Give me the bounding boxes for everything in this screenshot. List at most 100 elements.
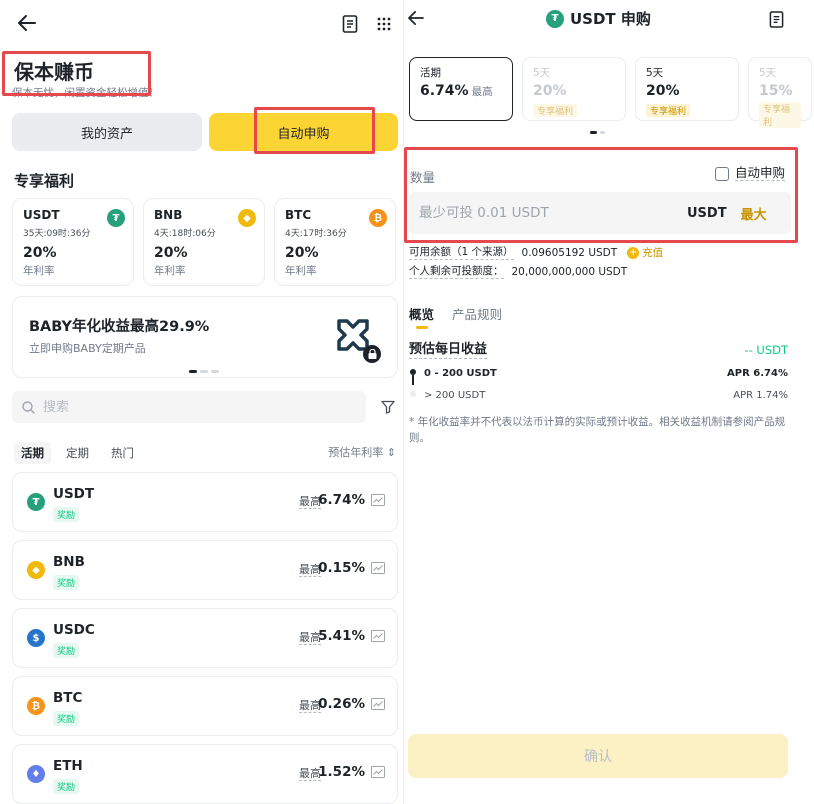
detail-tabs: 概览 产品规则 — [409, 304, 502, 323]
term-apr: 15% — [759, 83, 793, 99]
product-apr: 0.26% — [318, 696, 365, 712]
promo-rate-label: 年利率 — [23, 265, 55, 277]
available-balance: 可用余额（1 个来源） 0.09605192 USDT + 充值 — [409, 245, 663, 260]
search-icon — [22, 400, 35, 414]
earn-home-panel: 保本赚币 保本无忧，闲置资金轻松增值！ 我的资产 自动申购 专享福利 USDT … — [0, 0, 404, 804]
tab-flexible[interactable]: 活期 — [14, 442, 51, 464]
product-coin: BTC — [53, 690, 83, 706]
product-coin: BNB — [53, 554, 85, 570]
auto-subscribe-toggle[interactable]: 自动申购 — [715, 165, 786, 181]
orders-icon[interactable] — [764, 7, 788, 31]
quantity-label: 数量 — [410, 170, 436, 185]
product-apr: 5.41% — [318, 628, 365, 644]
subscribe-panel: ₮ USDT 申购 活期 6.74% 最高 5天 20% 专享福利 5天 20% … — [404, 0, 814, 804]
term-card-flexible[interactable]: 活期 6.74% 最高 — [409, 57, 513, 121]
sort-toggle-icon: ⇕ — [386, 446, 396, 459]
page-subtitle: 保本无忧，闲置资金轻松增值！ — [12, 87, 159, 99]
promo-rate-label: 年利率 — [154, 265, 186, 277]
promo-rate: 20% — [154, 245, 188, 261]
reward-badge: 奖励 — [53, 643, 80, 658]
disclaimer-note: * 年化收益率并不代表以法币计算的实际或预计收益。相关收益机制请参阅产品规则。 — [409, 416, 786, 444]
term-name: 5天 — [533, 67, 551, 79]
term-pagination — [590, 131, 605, 134]
term-name: 活期 — [420, 67, 441, 79]
back-arrow-icon[interactable] — [14, 10, 40, 36]
promo-card-usdt[interactable]: USDT 35天:09时:36分 20% 年利率 ₮ — [12, 198, 134, 286]
product-row-usdc[interactable]: $ USDC 奖励 最高 5.41% — [12, 608, 398, 668]
tier-line — [412, 375, 414, 385]
search-bar[interactable] — [12, 391, 366, 423]
product-apr: 1.52% — [318, 764, 365, 780]
promo-card-btc[interactable]: BTC 4天:17时:36分 20% 年利率 ₿ — [274, 198, 396, 286]
tab-hot[interactable]: 热门 — [104, 442, 141, 464]
chart-icon[interactable] — [371, 562, 385, 574]
product-row-usdt[interactable]: ₮ USDT 奖励 最高 6.74% — [12, 472, 398, 532]
tab-overview[interactable]: 概览 — [409, 304, 434, 323]
remaining-label: 个人剩余可投额度： — [409, 265, 504, 279]
chart-icon[interactable] — [371, 766, 385, 778]
filter-icon[interactable] — [378, 397, 398, 417]
reward-badge: 奖励 — [53, 779, 80, 794]
search-input[interactable] — [43, 399, 343, 415]
term-tag: 专享福利 — [533, 104, 578, 117]
promo-time: 4天:17时:36分 — [285, 229, 347, 239]
product-coin: USDT — [53, 486, 95, 502]
baby-promo-banner[interactable]: BABY年化收益最高29.9% 立即申购BABY定期产品 — [12, 296, 398, 378]
promo-card-bnb[interactable]: BNB 4天:18时:06分 20% 年利率 ◆ — [143, 198, 265, 286]
chart-icon[interactable] — [371, 494, 385, 506]
available-value: 0.09605192 USDT — [521, 246, 618, 259]
bitcoin-icon: ₿ — [27, 697, 45, 715]
recharge-label: 充值 — [642, 247, 664, 259]
remaining-value: 20,000,000,000 USDT — [511, 266, 628, 278]
max-button[interactable]: 最大 — [741, 204, 767, 223]
amount-unit: USDT — [687, 205, 727, 221]
lock-icon — [363, 345, 381, 363]
remaining-quota: 个人剩余可投额度： 20,000,000,000 USDT — [409, 265, 627, 279]
chart-icon[interactable] — [371, 698, 385, 710]
reward-badge: 奖励 — [53, 575, 80, 590]
amount-input-box[interactable]: USDT 最大 — [409, 192, 791, 234]
term-apr-suffix: 最高 — [471, 86, 493, 98]
tier-inactive-dot — [410, 391, 416, 397]
orders-icon[interactable] — [338, 12, 362, 36]
more-grid-icon[interactable] — [372, 12, 396, 36]
estimated-daily-title: 预估每日收益 — [409, 342, 488, 359]
auto-subscribe-label: 自动申购 — [735, 165, 786, 181]
estimated-daily-value: -- USDT — [744, 343, 788, 357]
term-card-5d[interactable]: 5天 20% 专享福利 — [522, 57, 626, 121]
subscribe-title-text: USDT 申购 — [570, 10, 651, 28]
promo-rate-label: 年利率 — [285, 265, 317, 277]
subscribe-title: ₮ USDT 申购 — [546, 8, 651, 29]
product-row-btc[interactable]: ₿ BTC 奖励 最高 0.26% — [12, 676, 398, 736]
promo-rate: 20% — [285, 245, 319, 261]
page-title: 保本赚币 — [14, 60, 94, 84]
amount-input[interactable] — [419, 205, 679, 221]
tab-locked[interactable]: 定期 — [59, 442, 96, 464]
tether-icon: ₮ — [107, 209, 125, 227]
product-coin: ETH — [53, 758, 83, 774]
auto-subscribe-checkbox[interactable] — [715, 166, 729, 181]
tab-product-rules[interactable]: 产品规则 — [452, 304, 502, 323]
product-row-eth[interactable]: ♦ ETH 奖励 最高 1.52% — [12, 744, 398, 804]
auto-subscribe-button[interactable]: 自动申购 — [209, 113, 398, 151]
product-coin: USDC — [53, 622, 95, 638]
term-apr: 6.74% 最高 — [420, 83, 502, 99]
sort-by-apr[interactable]: 预估年利率 ⇕ — [328, 444, 396, 460]
section-title-benefits: 专享福利 — [14, 172, 75, 190]
term-tag: 专享福利 — [646, 104, 691, 117]
reward-badge: 奖励 — [53, 711, 80, 726]
banner-title: BABY年化收益最高29.9% — [29, 319, 210, 335]
back-arrow-icon[interactable] — [404, 6, 428, 30]
my-assets-button[interactable]: 我的资产 — [12, 113, 202, 151]
product-row-bnb[interactable]: ◆ BNB 奖励 最高 0.15% — [12, 540, 398, 600]
term-card-5d-partial[interactable]: 5天 15% 专享福利 — [748, 57, 812, 128]
term-tag: 专享福利 — [759, 102, 801, 128]
promo-rate: 20% — [23, 245, 57, 261]
term-card-5d-alt[interactable]: 5天 20% 专享福利 — [635, 57, 739, 121]
confirm-button[interactable]: 确认 — [408, 734, 788, 778]
bitcoin-icon: ₿ — [369, 209, 387, 227]
chart-icon[interactable] — [371, 630, 385, 642]
ethereum-icon: ♦ — [27, 765, 45, 783]
recharge-link[interactable]: + 充值 — [627, 245, 663, 260]
term-apr: 20% — [533, 83, 567, 99]
